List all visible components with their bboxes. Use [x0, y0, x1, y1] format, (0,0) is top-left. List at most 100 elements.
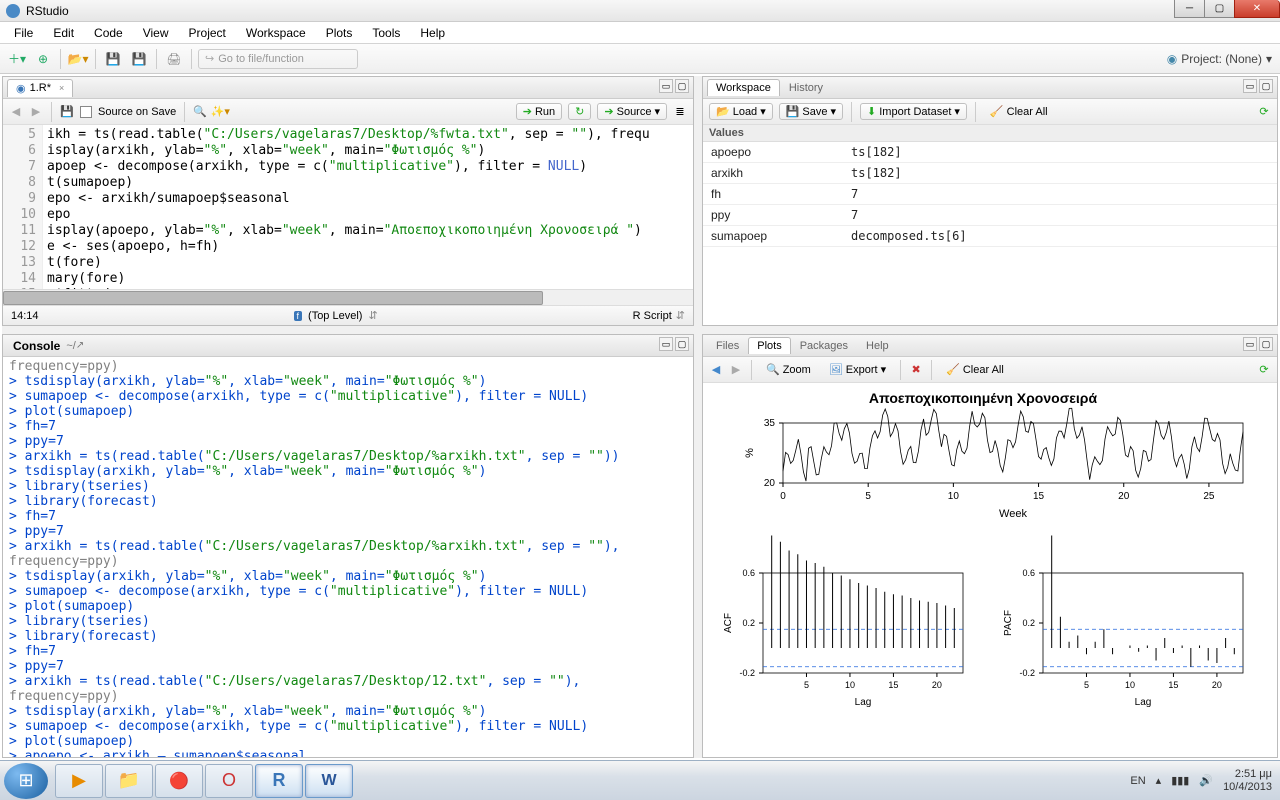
ws-row[interactable]: arxikhts[182]: [703, 163, 1277, 184]
pane-minimize-icon[interactable]: ▭: [1243, 79, 1257, 93]
rerun-button[interactable]: ↻: [568, 103, 591, 120]
save-source-icon[interactable]: 💾: [60, 105, 74, 119]
h-scrollbar[interactable]: [3, 289, 693, 305]
find-icon[interactable]: 🔍: [193, 105, 207, 119]
ws-row[interactable]: sumapoepdecomposed.ts[6]: [703, 226, 1277, 247]
menu-edit[interactable]: Edit: [45, 24, 82, 42]
svg-text:0.2: 0.2: [1022, 618, 1035, 628]
tray-chevron-icon[interactable]: ▴: [1156, 774, 1162, 787]
refresh-plots-icon[interactable]: ⟳: [1257, 363, 1271, 377]
save-ws-button[interactable]: 💾Save▾: [779, 103, 843, 120]
import-button[interactable]: ⬇Import Dataset▾: [860, 103, 967, 120]
tab-workspace[interactable]: Workspace: [707, 79, 780, 96]
h-splitter[interactable]: [2, 326, 1278, 334]
run-button[interactable]: ➔ Run: [516, 103, 562, 120]
svg-text:%: %: [744, 448, 756, 458]
tab-packages[interactable]: Packages: [791, 337, 857, 354]
lang-indicator[interactable]: EN: [1130, 775, 1145, 787]
minimize-button[interactable]: ─: [1174, 0, 1204, 18]
scope-icon: f: [294, 311, 303, 321]
zoom-button[interactable]: 🔍Zoom: [760, 362, 817, 377]
close-tab-icon[interactable]: ×: [59, 83, 64, 93]
tab-files[interactable]: Files: [707, 337, 748, 354]
pane-minimize-icon[interactable]: ▭: [659, 337, 673, 351]
plot-fwd-icon[interactable]: ▶: [729, 363, 743, 377]
load-button[interactable]: 📂Load▾: [709, 103, 773, 120]
task-rstudio[interactable]: R: [255, 764, 303, 798]
plot-back-icon[interactable]: ◀: [709, 363, 723, 377]
svg-text:-0.2: -0.2: [739, 668, 755, 678]
source-on-save-checkbox[interactable]: [80, 106, 92, 118]
broom-icon: 🧹: [946, 363, 960, 376]
source-pane: ◉ 1.R* × ▭ ▢ ◀ ▶ 💾 Source on Save 🔍 ✨▾ ➔…: [2, 76, 694, 326]
menubar: FileEditCodeViewProjectWorkspacePlotsToo…: [0, 22, 1280, 44]
save-icon[interactable]: 💾: [102, 48, 124, 70]
ws-row[interactable]: fh7: [703, 184, 1277, 205]
menu-workspace[interactable]: Workspace: [238, 24, 314, 42]
v-splitter-2[interactable]: [694, 334, 702, 758]
menu-view[interactable]: View: [135, 24, 177, 42]
task-mediaplayer[interactable]: ▶: [55, 764, 103, 798]
goto-file-input[interactable]: ↪ Go to file/function: [198, 49, 358, 69]
wand-icon[interactable]: ✨▾: [213, 105, 227, 119]
svg-text:15: 15: [1168, 680, 1178, 690]
console-pane: Console ~/ ↗ ▭ ▢ frequency=ppy)> tsdispl…: [2, 334, 694, 758]
pane-maximize-icon[interactable]: ▢: [1259, 79, 1273, 93]
task-explorer[interactable]: 📁: [105, 764, 153, 798]
tab-history[interactable]: History: [780, 79, 832, 96]
new-file-icon[interactable]: ＋▾: [6, 48, 28, 70]
save-all-icon[interactable]: 💾: [128, 48, 150, 70]
svg-text:20: 20: [1212, 680, 1222, 690]
pane-maximize-icon[interactable]: ▢: [675, 337, 689, 351]
console-body[interactable]: frequency=ppy)> tsdisplay(arxikh, ylab="…: [3, 357, 693, 757]
maximize-button[interactable]: ▢: [1204, 0, 1234, 18]
clock[interactable]: 2:51 μμ 10/4/2013: [1223, 768, 1272, 794]
source-on-save-label: Source on Save: [98, 106, 176, 118]
menu-tools[interactable]: Tools: [364, 24, 408, 42]
svg-text:20: 20: [1118, 491, 1130, 502]
scope-label[interactable]: (Top Level): [308, 310, 362, 322]
menu-plots[interactable]: Plots: [318, 24, 361, 42]
menu-help[interactable]: Help: [412, 24, 453, 42]
v-splitter[interactable]: [694, 76, 702, 326]
pane-minimize-icon[interactable]: ▭: [659, 79, 673, 93]
menu-file[interactable]: File: [6, 24, 41, 42]
pane-maximize-icon[interactable]: ▢: [675, 79, 689, 93]
lang-label[interactable]: R Script: [633, 310, 672, 322]
svg-text:10: 10: [1125, 680, 1135, 690]
pane-maximize-icon[interactable]: ▢: [1259, 337, 1273, 351]
pane-minimize-icon[interactable]: ▭: [1243, 337, 1257, 351]
delete-plot-icon[interactable]: ✖: [909, 363, 923, 377]
new-project-icon[interactable]: ⊕: [32, 48, 54, 70]
export-button[interactable]: 🖼Export▾: [823, 362, 892, 377]
project-selector[interactable]: ◉ Project: (None) ▾: [1167, 52, 1272, 66]
close-button[interactable]: ✕: [1234, 0, 1280, 18]
goto-icon: ↪: [205, 52, 214, 65]
code-editor[interactable]: 5678910111213141516 ikh = ts(read.table(…: [3, 125, 693, 289]
print-icon[interactable]: 🖨: [163, 48, 185, 70]
wifi-icon[interactable]: ▮▮▮: [1171, 774, 1189, 787]
svg-text:10: 10: [845, 680, 855, 690]
source-button[interactable]: ➔ Source ▾: [597, 103, 667, 120]
popup-icon[interactable]: ↗: [76, 340, 84, 351]
start-button[interactable]: ⊞: [4, 763, 48, 799]
source-tab[interactable]: ◉ 1.R* ×: [7, 79, 73, 97]
fwd-icon[interactable]: ▶: [29, 105, 43, 119]
task-opera[interactable]: O: [205, 764, 253, 798]
refresh-icon[interactable]: ⟳: [1257, 105, 1271, 119]
volume-icon[interactable]: 🔊: [1199, 774, 1213, 787]
open-file-icon[interactable]: 📂▾: [67, 48, 89, 70]
back-icon[interactable]: ◀: [9, 105, 23, 119]
clear-ws-button[interactable]: 🧹Clear All: [984, 104, 1054, 119]
task-word[interactable]: W: [305, 764, 353, 798]
menu-code[interactable]: Code: [86, 24, 131, 42]
workspace-pane: Workspace History ▭ ▢ 📂Load▾ 💾Save▾ ⬇Imp…: [702, 76, 1278, 326]
tab-plots[interactable]: Plots: [748, 337, 790, 354]
ws-row[interactable]: apoepots[182]: [703, 142, 1277, 163]
task-chrome[interactable]: 🔴: [155, 764, 203, 798]
outline-icon[interactable]: ≣: [673, 105, 687, 119]
menu-project[interactable]: Project: [181, 24, 234, 42]
ws-row[interactable]: ppy7: [703, 205, 1277, 226]
clear-plots-button[interactable]: 🧹Clear All: [940, 362, 1010, 377]
tab-help[interactable]: Help: [857, 337, 898, 354]
